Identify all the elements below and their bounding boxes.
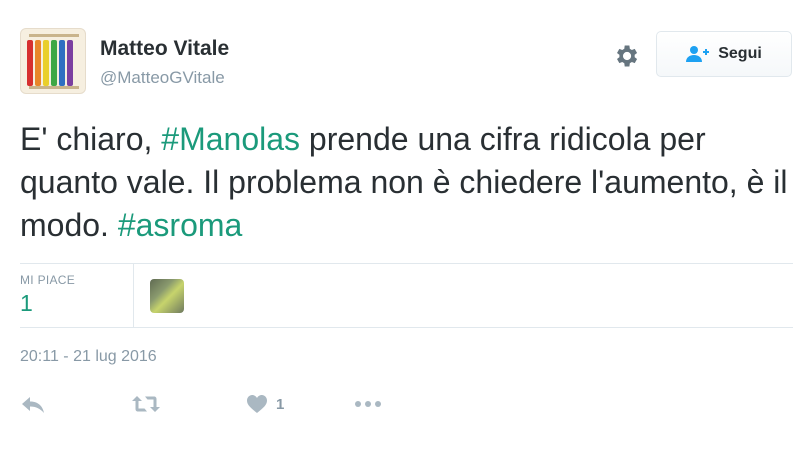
retweet-icon	[132, 396, 160, 412]
tweet-text: E' chiaro, #Manolas prende una cifra rid…	[20, 118, 800, 247]
hashtag-link[interactable]: #asroma	[118, 207, 243, 243]
avatar-decoration-bottom	[29, 86, 79, 89]
heart-icon	[247, 395, 267, 413]
tweet-timestamp[interactable]: 20:11 - 21 lug 2016	[20, 348, 157, 366]
like-button[interactable]: 1	[246, 390, 284, 418]
follow-button[interactable]: Segui	[656, 31, 792, 77]
reply-button[interactable]	[20, 390, 46, 418]
add-user-icon	[686, 46, 710, 62]
retweet-button[interactable]	[131, 390, 161, 418]
tweet-card: Matteo Vitale @MatteoGVitale Segui E' ch…	[0, 0, 810, 449]
likes-count[interactable]: 1	[20, 290, 33, 317]
avatar-rainbow-bars	[27, 40, 73, 86]
tweet-text-segment: E' chiaro,	[20, 121, 162, 157]
divider	[20, 327, 793, 328]
reply-icon	[22, 397, 44, 413]
author-name[interactable]: Matteo Vitale	[100, 37, 229, 61]
likes-label: MI PIACE	[20, 273, 76, 287]
more-icon	[355, 401, 381, 407]
hashtag-link[interactable]: #Manolas	[161, 121, 300, 157]
gear-icon[interactable]	[612, 42, 640, 70]
avatar-decoration	[29, 34, 79, 37]
divider	[20, 263, 793, 264]
liker-avatar[interactable]	[150, 279, 184, 313]
stats-separator	[133, 264, 134, 327]
author-handle[interactable]: @MatteoGVitale	[100, 68, 225, 88]
like-count: 1	[276, 395, 285, 413]
author-avatar[interactable]	[20, 28, 86, 94]
more-button[interactable]	[354, 390, 382, 418]
follow-button-label: Segui	[718, 45, 762, 62]
